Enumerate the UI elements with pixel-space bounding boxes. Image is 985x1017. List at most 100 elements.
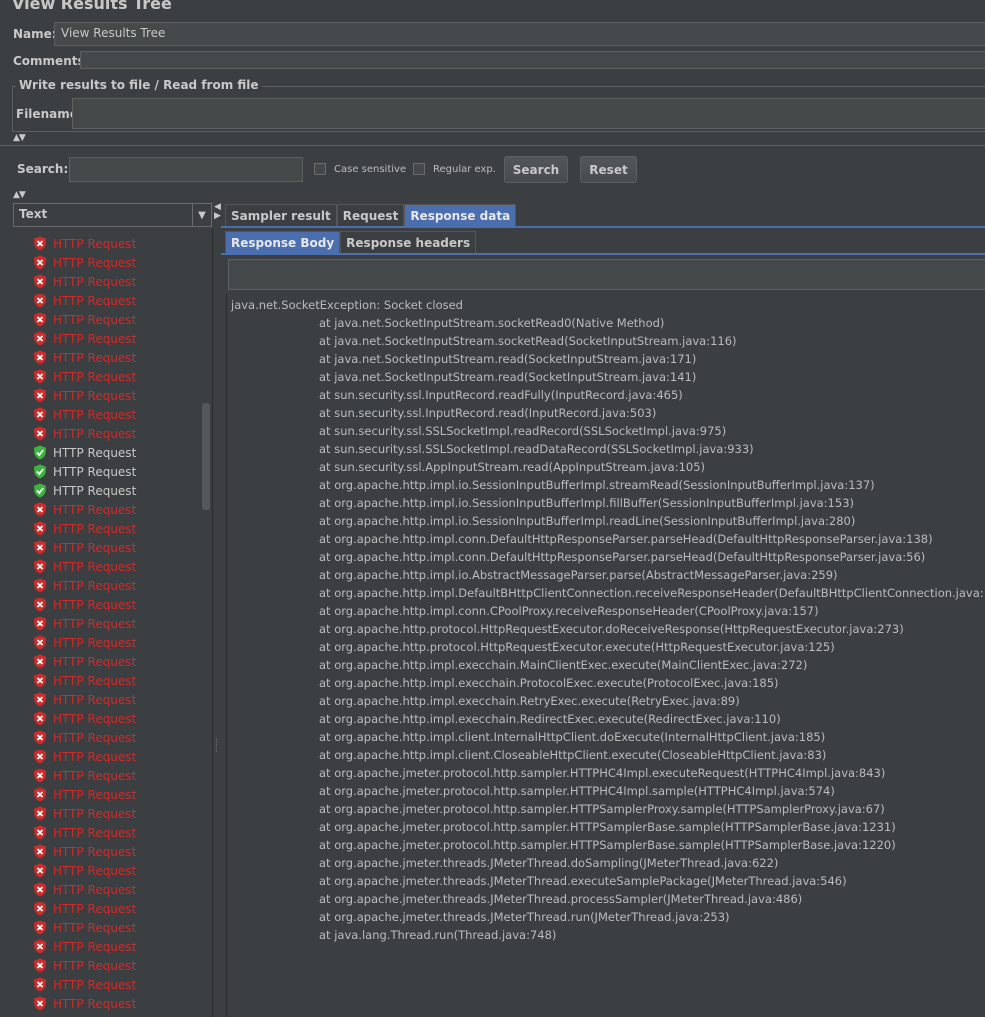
- tree-item-http-request[interactable]: HTTP Request: [33, 253, 136, 272]
- regex-checkbox[interactable]: [413, 163, 425, 175]
- tree-item-http-request[interactable]: HTTP Request: [33, 918, 136, 937]
- tab-sampler-result[interactable]: Sampler result: [225, 204, 337, 226]
- tree-item-http-request[interactable]: HTTP Request: [33, 975, 136, 994]
- tree-item-label: HTTP Request: [53, 407, 137, 422]
- error-shield-icon: [34, 502, 46, 517]
- tree-item-http-request[interactable]: HTTP Request: [33, 804, 136, 823]
- name-label: Name:: [13, 27, 57, 41]
- tree-item-http-request[interactable]: HTTP Request: [33, 462, 136, 481]
- tree-item-label: HTTP Request: [53, 768, 137, 783]
- response-body[interactable]: java.net.SocketException: Socket closed …: [226, 294, 985, 1017]
- tree-item-http-request[interactable]: HTTP Request: [33, 538, 136, 557]
- tree-item-http-request[interactable]: HTTP Request: [33, 557, 136, 576]
- chevron-down-icon[interactable]: ▼: [192, 204, 211, 226]
- tree-item-http-request[interactable]: HTTP Request: [33, 405, 136, 424]
- tree-item-http-request[interactable]: HTTP Request: [33, 937, 136, 956]
- stack-trace-line: at org.apache.http.impl.conn.CPoolProxy.…: [319, 604, 819, 618]
- splitter-arrows[interactable]: ◀ ▶: [214, 203, 221, 221]
- response-filter-field[interactable]: [228, 259, 985, 290]
- tree-item-http-request[interactable]: HTTP Request: [33, 500, 136, 519]
- error-shield-icon: [34, 882, 46, 897]
- tree-item-http-request[interactable]: HTTP Request: [33, 652, 136, 671]
- tree-item-label: HTTP Request: [53, 540, 137, 555]
- tree-item-http-request[interactable]: HTTP Request: [33, 956, 136, 975]
- tree-item-http-request[interactable]: HTTP Request: [33, 880, 136, 899]
- tree-item-http-request[interactable]: HTTP Request: [33, 348, 136, 367]
- stack-trace-line: at org.apache.jmeter.protocol.http.sampl…: [319, 766, 886, 780]
- search-button[interactable]: Search: [504, 156, 568, 183]
- tree-item-http-request[interactable]: HTTP Request: [33, 291, 136, 310]
- tree-item-http-request[interactable]: HTTP Request: [33, 443, 136, 462]
- tree-item-http-request[interactable]: HTTP Request: [33, 329, 136, 348]
- results-tree: HTTP Request HTTP Request HTTP Request HTTP…: [13, 229, 213, 1017]
- split-pane-divider[interactable]: ◀ ▶ · · · · ·: [213, 203, 221, 1017]
- error-shield-icon: [34, 616, 46, 631]
- tree-item-http-request[interactable]: HTTP Request: [33, 747, 136, 766]
- tree-item-http-request[interactable]: HTTP Request: [33, 785, 136, 804]
- collapse-arrows-top[interactable]: ▲▼: [13, 133, 26, 143]
- tree-item-http-request[interactable]: HTTP Request: [33, 576, 136, 595]
- stack-trace-line: at java.net.SocketInputStream.read(Socke…: [319, 370, 697, 384]
- filename-label: Filename: [16, 107, 78, 121]
- tree-item-http-request[interactable]: HTTP Request: [33, 823, 136, 842]
- comments-label: Comments:: [13, 54, 90, 68]
- stack-trace-line: at java.net.SocketInputStream.read(Socke…: [319, 352, 697, 366]
- tab-response-body[interactable]: Response Body: [225, 231, 341, 253]
- tree-item-http-request[interactable]: HTTP Request: [33, 766, 136, 785]
- tree-item-label: HTTP Request: [53, 635, 137, 650]
- tree-item-http-request[interactable]: HTTP Request: [33, 367, 136, 386]
- subtab-underline: [221, 253, 985, 255]
- renderer-select[interactable]: Text ▼: [13, 203, 212, 227]
- error-shield-icon: [34, 844, 46, 859]
- tree-item-http-request[interactable]: HTTP Request: [33, 709, 136, 728]
- filename-field[interactable]: [72, 98, 985, 129]
- splitter-grip-icon: · · · · ·: [215, 735, 218, 756]
- tree-item-http-request[interactable]: HTTP Request: [33, 234, 136, 253]
- tree-item-http-request[interactable]: HTTP Request: [33, 386, 136, 405]
- error-shield-icon: [34, 977, 46, 992]
- case-sensitive-checkbox[interactable]: [314, 163, 326, 175]
- success-shield-icon: [34, 445, 46, 460]
- tree-item-label: HTTP Request: [53, 388, 137, 403]
- tree-item-http-request[interactable]: HTTP Request: [33, 614, 136, 633]
- tree-scrollbar[interactable]: [201, 229, 210, 1017]
- name-field[interactable]: View Results Tree: [54, 22, 985, 46]
- stack-trace-line: at org.apache.http.protocol.HttpRequestE…: [319, 622, 904, 636]
- reset-button[interactable]: Reset: [580, 156, 637, 183]
- tree-item-http-request[interactable]: HTTP Request: [33, 519, 136, 538]
- tab-response-headers[interactable]: Response headers: [340, 231, 477, 253]
- tree-item-http-request[interactable]: HTTP Request: [33, 728, 136, 747]
- panel-title: View Results Tree: [12, 0, 172, 13]
- collapse-arrows-bottom[interactable]: ▲▼: [13, 190, 26, 200]
- comments-field[interactable]: [80, 51, 985, 69]
- search-input[interactable]: [69, 157, 303, 182]
- stack-trace-line: at sun.security.ssl.AppInputStream.read(…: [319, 460, 706, 474]
- tree-item-label: HTTP Request: [53, 806, 137, 821]
- tree-item-http-request[interactable]: HTTP Request: [33, 481, 136, 500]
- tree-item-http-request[interactable]: HTTP Request: [33, 595, 136, 614]
- tree-item-http-request[interactable]: HTTP Request: [33, 272, 136, 291]
- tree-item-http-request[interactable]: HTTP Request: [33, 671, 136, 690]
- tree-item-label: HTTP Request: [53, 464, 137, 479]
- error-shield-icon: [34, 293, 46, 308]
- tree-item-http-request[interactable]: HTTP Request: [33, 861, 136, 880]
- tree-item-http-request[interactable]: HTTP Request: [33, 842, 136, 861]
- tree-item-http-request[interactable]: HTTP Request: [33, 690, 136, 709]
- tree-item-label: HTTP Request: [53, 730, 137, 745]
- tree-item-label: HTTP Request: [53, 939, 137, 954]
- tree-item-http-request[interactable]: HTTP Request: [33, 310, 136, 329]
- tree-scrollbar-thumb[interactable]: [202, 403, 210, 510]
- tree-item-label: HTTP Request: [53, 673, 137, 688]
- success-shield-icon: [34, 483, 46, 498]
- tab-response-data[interactable]: Response data: [404, 204, 517, 226]
- error-shield-icon: [34, 597, 46, 612]
- case-sensitive-label: Case sensitive: [334, 164, 407, 175]
- tab-request[interactable]: Request: [336, 204, 405, 226]
- tree-item-label: HTTP Request: [53, 616, 137, 631]
- error-shield-icon: [34, 863, 46, 878]
- tree-item-http-request[interactable]: HTTP Request: [33, 994, 136, 1013]
- tree-item-label: HTTP Request: [53, 787, 137, 802]
- tree-item-http-request[interactable]: HTTP Request: [33, 424, 136, 443]
- tree-item-http-request[interactable]: HTTP Request: [33, 899, 136, 918]
- tree-item-http-request[interactable]: HTTP Request: [33, 633, 136, 652]
